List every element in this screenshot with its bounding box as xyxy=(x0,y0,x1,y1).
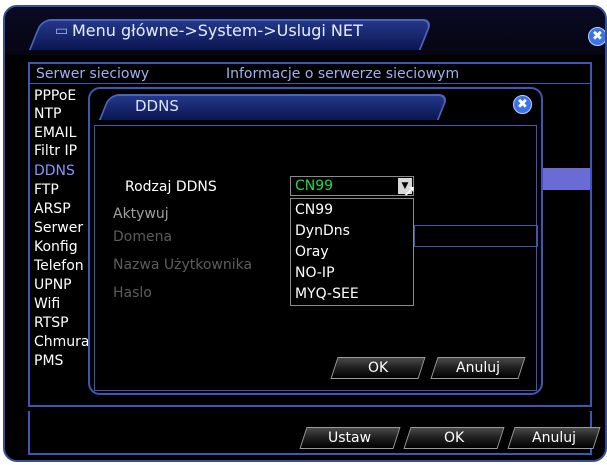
window-title: Menu główne->System->Uslugi NET xyxy=(72,21,363,40)
cancel-button-label: Anuluj xyxy=(532,430,576,446)
set-button-label: Ustaw xyxy=(328,430,372,446)
cancel-button[interactable]: Anuluj xyxy=(507,427,601,449)
service-item[interactable]: EMAIL xyxy=(34,124,94,142)
mouse-cursor-icon: ➚ xyxy=(403,181,417,200)
close-icon[interactable]: ✖ xyxy=(588,27,605,46)
domain-label: Domena xyxy=(113,229,173,245)
ok-button[interactable]: OK xyxy=(403,427,505,449)
dialog-ok-label: OK xyxy=(367,360,389,376)
service-item[interactable]: Konfig xyxy=(34,238,94,256)
set-button[interactable]: Ustaw xyxy=(299,427,401,449)
dropdown-option[interactable]: Oray xyxy=(295,243,329,261)
ddns-type-label: Rodzaj DDNS xyxy=(125,179,217,195)
service-item[interactable]: PMS xyxy=(34,352,94,370)
service-item[interactable]: Serwer xyxy=(34,219,94,237)
dropdown-option[interactable]: MYQ-SEE xyxy=(295,285,359,303)
ddns-type-value: CN99 xyxy=(295,178,334,194)
ok-button-label: OK xyxy=(443,430,465,446)
service-item[interactable]: ARSP xyxy=(34,200,94,218)
dialog-title: DDNS xyxy=(135,97,179,115)
enable-label: Aktywuj xyxy=(113,206,169,222)
dropdown-option[interactable]: CN99 xyxy=(295,201,333,219)
table-header: Serwer sieciowy Informacje o serwerze si… xyxy=(30,64,590,84)
service-item[interactable]: Filtr IP xyxy=(34,142,94,160)
dialog-cancel-button[interactable]: Anuluj xyxy=(430,357,526,379)
dialog-cancel-label: Anuluj xyxy=(456,360,500,376)
main-titlebar: ▭ Menu główne->System->Uslugi NET ✖ xyxy=(5,7,605,55)
service-item-selected[interactable]: DDNS xyxy=(34,162,94,180)
column-header-server: Serwer sieciowy xyxy=(36,66,150,82)
service-item[interactable]: Chmura xyxy=(34,333,94,351)
service-item[interactable]: UPNP xyxy=(34,276,94,294)
ddns-dialog: DDNS ✖ Rodzaj DDNS Aktywuj Domena Nazwa … xyxy=(88,87,543,395)
services-list: PPPoE NTP EMAIL Filtr IP DDNS FTP ARSP S… xyxy=(30,86,94,406)
password-label: Haslo xyxy=(113,285,152,301)
dialog-close-icon[interactable]: ✖ xyxy=(513,95,532,114)
ddns-type-dropdown: CN99 DynDns Oray NO-IP MYQ-SEE xyxy=(290,198,414,306)
dropdown-option[interactable]: NO-IP xyxy=(295,264,335,282)
service-item[interactable]: Wifi xyxy=(34,295,94,313)
service-item[interactable]: FTP xyxy=(34,181,94,199)
service-item[interactable]: Telefon xyxy=(34,257,94,275)
dialog-ok-button[interactable]: OK xyxy=(330,357,426,379)
username-label: Nazwa Użytkownika xyxy=(113,257,253,273)
domain-field[interactable] xyxy=(414,225,538,247)
monitor-icon: ▭ xyxy=(55,23,69,39)
service-item[interactable]: RTSP xyxy=(34,314,94,332)
dropdown-option[interactable]: DynDns xyxy=(295,222,350,240)
service-item[interactable]: NTP xyxy=(34,105,94,123)
service-item[interactable]: PPPoE xyxy=(34,87,94,105)
ddns-type-select[interactable]: CN99 ▼ xyxy=(290,176,414,196)
dialog-titlebar: DDNS ✖ xyxy=(90,89,541,125)
column-header-info: Informacje o serwerze sieciowym xyxy=(226,66,460,82)
dialog-content: Rodzaj DDNS Aktywuj Domena Nazwa Użytkow… xyxy=(94,125,538,391)
